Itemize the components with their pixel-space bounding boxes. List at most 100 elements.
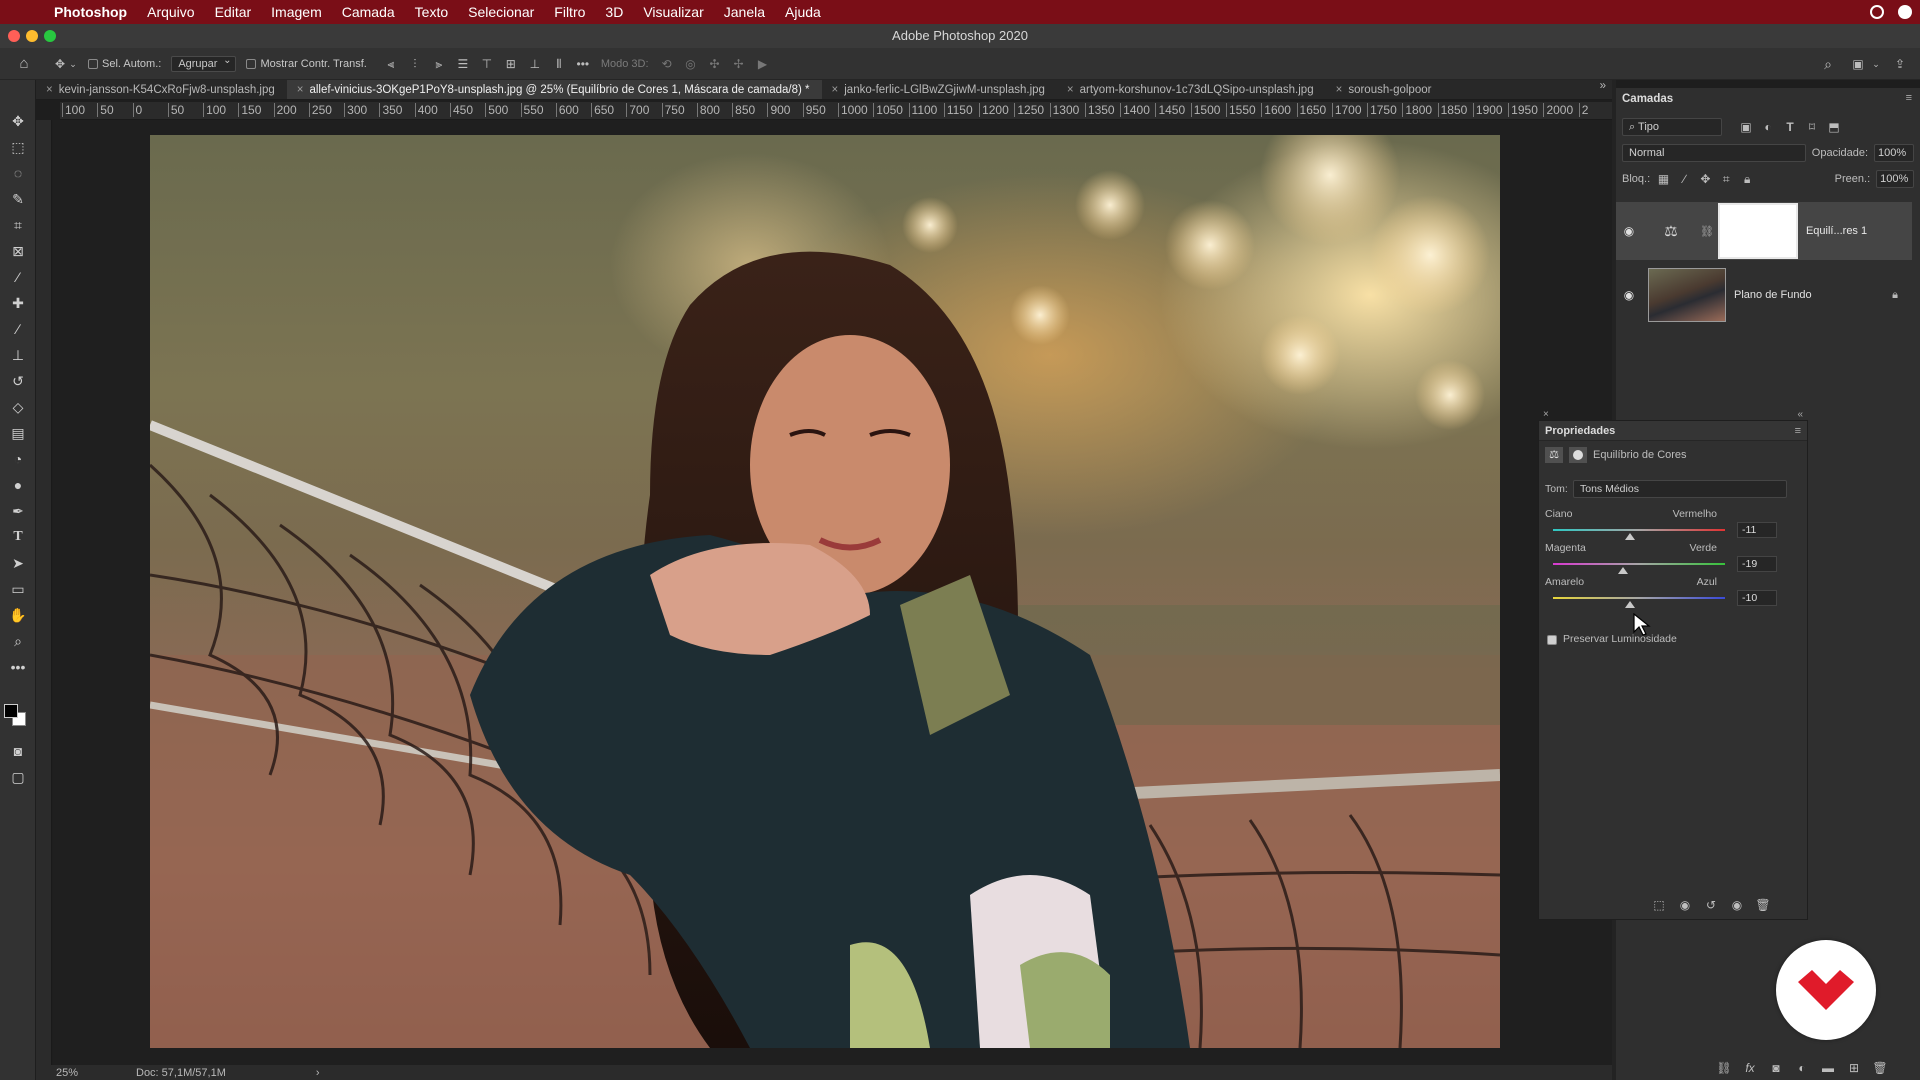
menu-ajuda[interactable]: Ajuda xyxy=(775,4,831,20)
menu-texto[interactable]: Texto xyxy=(405,4,458,20)
collapse-panel-icon[interactable]: « xyxy=(1797,409,1803,420)
layer-name[interactable]: Plano de Fundo xyxy=(1734,289,1812,301)
eraser-tool-icon[interactable]: ◇ xyxy=(6,396,30,418)
document-canvas-photo[interactable] xyxy=(150,135,1500,1048)
opacity-field[interactable]: 100% xyxy=(1874,144,1914,162)
close-tab-icon[interactable]: × xyxy=(1336,84,1343,96)
marquee-tool-icon[interactable]: ⬚ xyxy=(6,136,30,158)
new-adjustment-icon[interactable]: ◐ xyxy=(1794,1060,1810,1076)
move-tool-icon[interactable]: ✥ xyxy=(6,110,30,132)
blur-tool-icon[interactable]: ◔ xyxy=(6,448,30,470)
auto-select-checkbox[interactable] xyxy=(88,58,98,69)
slider-knob[interactable] xyxy=(1625,601,1636,608)
filter-shape-icon[interactable]: ⌑ xyxy=(1804,119,1820,135)
color-balance-adjustment-icon[interactable]: ⚖ xyxy=(1545,447,1563,463)
share-icon[interactable]: ⇪ xyxy=(1892,56,1908,72)
align-top-icon[interactable]: ⊤ xyxy=(479,56,495,72)
lasso-tool-icon[interactable]: ◌ xyxy=(6,162,30,184)
lock-position-icon[interactable]: ✥ xyxy=(1698,171,1713,187)
slide-3d-icon[interactable]: ✢ xyxy=(731,56,747,72)
link-layers-icon[interactable]: ⛓︎ xyxy=(1716,1060,1732,1076)
path-select-tool-icon[interactable]: ➤ xyxy=(6,552,30,574)
foreground-color-swatch[interactable] xyxy=(4,704,18,718)
chevron-down-icon[interactable]: ⌄ xyxy=(1868,56,1884,72)
menu-imagem[interactable]: Imagem xyxy=(261,4,332,20)
lock-transparent-icon[interactable]: ▦ xyxy=(1656,171,1671,187)
frame-tool-icon[interactable]: ⊠ xyxy=(6,240,30,262)
yellow-blue-track[interactable] xyxy=(1553,597,1725,599)
menu-filtro[interactable]: Filtro xyxy=(544,4,595,20)
eye-icon[interactable]: ◉ xyxy=(1622,224,1636,238)
cyan-red-value[interactable]: -11 xyxy=(1737,522,1777,538)
clone-stamp-tool-icon[interactable]: ⊥ xyxy=(6,344,30,366)
layer-filter-dropdown[interactable]: ⌕ Tipo xyxy=(1622,118,1722,136)
lock-image-icon[interactable]: ∕ xyxy=(1677,171,1692,187)
roll-3d-icon[interactable]: ◎ xyxy=(683,56,699,72)
slider-knob[interactable] xyxy=(1617,567,1628,574)
layer-row-color-balance[interactable]: ◉ ⚖ ⛓︎ Equilí...res 1 xyxy=(1616,202,1912,260)
control-center-icon[interactable] xyxy=(1898,5,1912,19)
type-tool-icon[interactable]: T xyxy=(6,526,30,548)
pen-tool-icon[interactable]: ✒ xyxy=(6,500,30,522)
close-tab-icon[interactable]: × xyxy=(297,84,304,96)
search-icon[interactable]: ⌕ xyxy=(1820,56,1836,72)
dodge-tool-icon[interactable]: ● xyxy=(6,474,30,496)
cyan-red-track[interactable] xyxy=(1553,529,1725,531)
quick-mask-icon[interactable]: ◙ xyxy=(6,740,30,762)
toggle-visibility-icon[interactable]: ◉ xyxy=(1729,897,1745,913)
align-middle-v-icon[interactable]: ⊞ xyxy=(503,56,519,72)
close-tab-icon[interactable]: × xyxy=(46,84,53,96)
tab-artyom-korshunov[interactable]: × artyom-korshunov-1c73dLQSipo-unsplash.j… xyxy=(1057,80,1326,99)
minimize-window-button[interactable] xyxy=(26,30,38,42)
home-icon[interactable]: ⌂ xyxy=(16,55,32,72)
tab-soroush-golpoor[interactable]: × soroush-golpoor xyxy=(1326,80,1444,99)
delete-layer-icon[interactable]: 🗑︎ xyxy=(1872,1060,1888,1076)
menu-app-photoshop[interactable]: Photoshop xyxy=(44,4,137,20)
hand-tool-icon[interactable]: ✋ xyxy=(6,604,30,626)
add-mask-icon[interactable]: ◙ xyxy=(1768,1060,1784,1076)
quick-select-tool-icon[interactable]: ✎ xyxy=(6,188,30,210)
layer-mask-thumbnail[interactable] xyxy=(1717,203,1798,259)
preserve-luminosity-checkbox[interactable] xyxy=(1547,635,1557,645)
eye-icon[interactable]: ◉ xyxy=(1622,288,1636,302)
lock-artboard-icon[interactable]: ⌗ xyxy=(1719,171,1734,187)
layer-thumbnail[interactable] xyxy=(1648,268,1726,322)
layer-name[interactable]: Equilí...res 1 xyxy=(1806,225,1867,237)
align-right-icon[interactable]: ⫸ xyxy=(431,56,447,72)
close-panel-icon[interactable]: × xyxy=(1543,409,1549,420)
more-tools-icon[interactable]: ••• xyxy=(6,656,30,678)
brush-tool-icon[interactable]: ∕ xyxy=(6,318,30,340)
status-record-icon[interactable] xyxy=(1870,5,1884,19)
fx-icon[interactable]: fx xyxy=(1742,1060,1758,1076)
yellow-blue-value[interactable]: -10 xyxy=(1737,590,1777,606)
chevron-down-icon[interactable]: ⌄ xyxy=(68,56,78,72)
more-options-icon[interactable]: ••• xyxy=(575,56,591,72)
tab-kevin-jansson[interactable]: × kevin-jansson-K54CxRoFjw8-unsplash.jpg xyxy=(36,80,287,99)
menu-janela[interactable]: Janela xyxy=(714,4,775,20)
gradient-tool-icon[interactable]: ▤ xyxy=(6,422,30,444)
panel-menu-icon[interactable]: ≡ xyxy=(1906,92,1912,104)
doc-size[interactable]: Doc: 57,1M/57,1M xyxy=(136,1067,226,1079)
filter-smart-object-icon[interactable]: ⬒ xyxy=(1826,119,1842,135)
filter-adjustment-icon[interactable]: ◐ xyxy=(1760,119,1776,135)
properties-panel-title[interactable]: Propriedades ≡ xyxy=(1539,421,1807,441)
close-tab-icon[interactable]: × xyxy=(1067,84,1074,96)
status-menu-icon[interactable]: › xyxy=(316,1067,320,1079)
distribute-h-icon[interactable]: ☰ xyxy=(455,56,471,72)
mask-link-icon[interactable]: ⛓︎ xyxy=(1700,225,1714,238)
show-transform-checkbox[interactable] xyxy=(246,58,257,69)
pan-3d-icon[interactable]: ✣ xyxy=(707,56,723,72)
filter-pixel-icon[interactable]: ▣ xyxy=(1738,119,1754,135)
eyedropper-tool-icon[interactable]: ⁄ xyxy=(6,266,30,288)
close-tab-icon[interactable]: × xyxy=(832,84,839,96)
menu-editar[interactable]: Editar xyxy=(205,4,262,20)
new-layer-icon[interactable]: ⊞ xyxy=(1846,1060,1862,1076)
new-group-icon[interactable]: ▬ xyxy=(1820,1060,1836,1076)
blend-mode-dropdown[interactable]: Normal xyxy=(1622,144,1806,162)
delete-adjustment-icon[interactable]: 🗑︎ xyxy=(1755,897,1771,913)
layer-row-background[interactable]: ◉ Plano de Fundo 🔒︎ xyxy=(1616,266,1912,324)
magenta-green-track[interactable] xyxy=(1553,563,1725,565)
zoom-level[interactable]: 25% xyxy=(56,1067,116,1079)
orbit-3d-icon[interactable]: ⟲ xyxy=(659,56,675,72)
zoom-window-button[interactable] xyxy=(44,30,56,42)
